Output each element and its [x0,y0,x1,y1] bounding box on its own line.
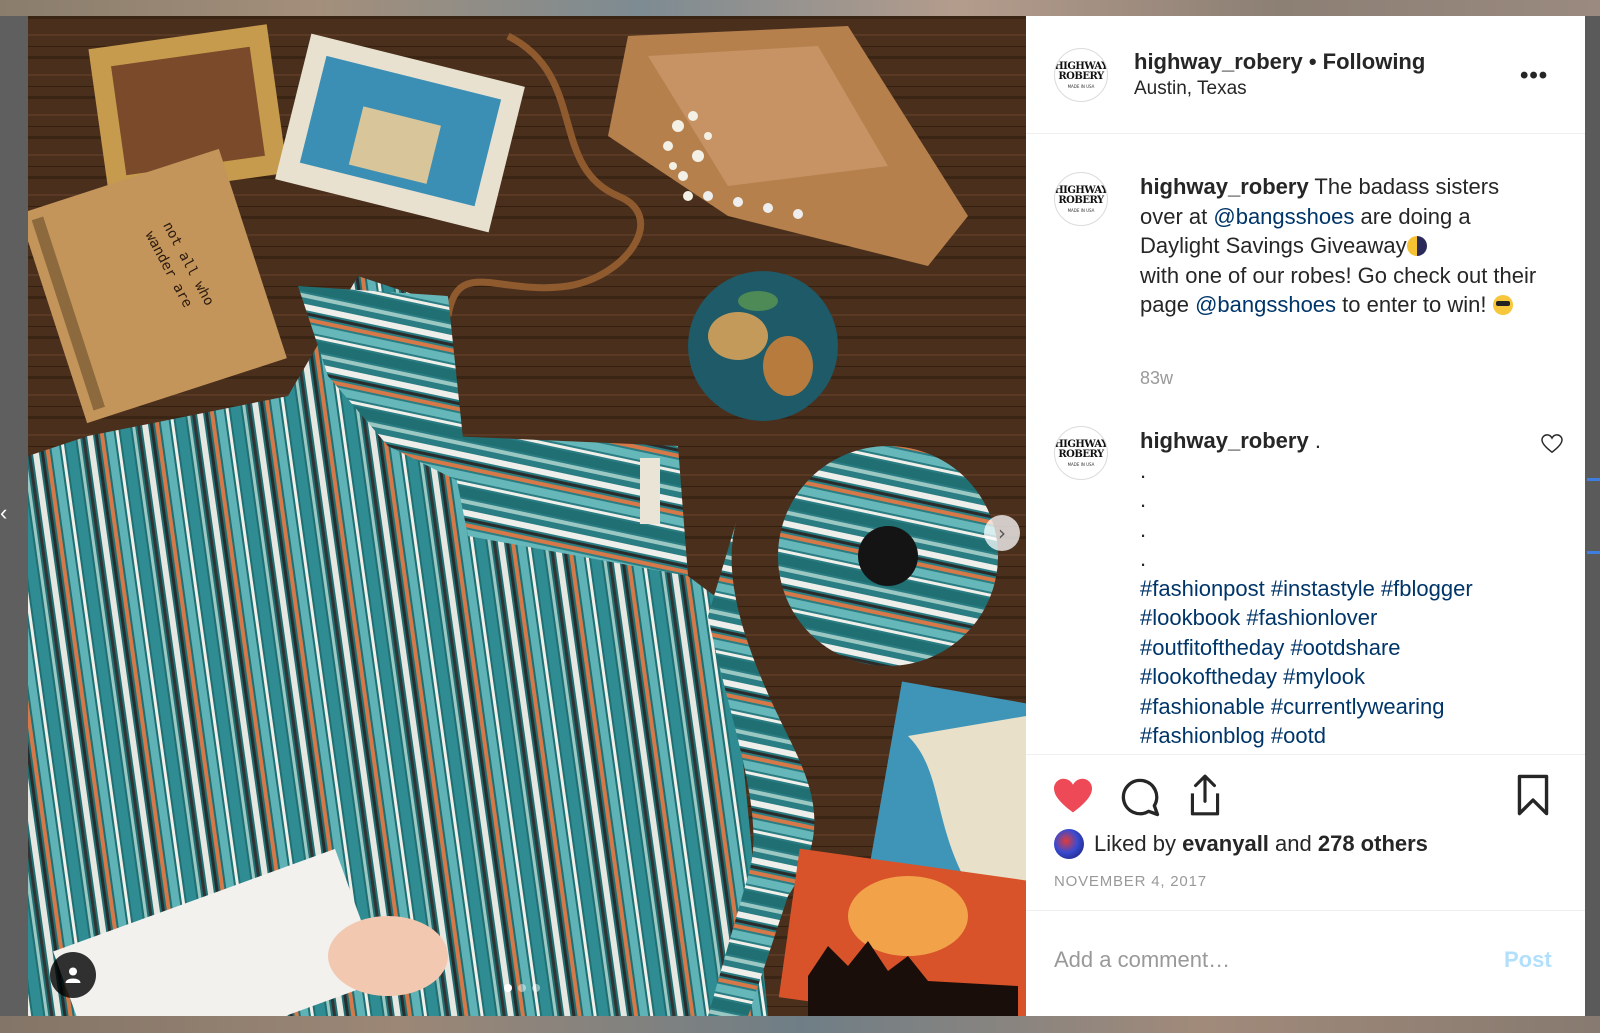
hashtag-line[interactable]: #lookbook #fashionlover [1140,603,1540,633]
following-button[interactable]: Following [1323,49,1426,74]
caption-segment: to enter to win! [1336,292,1493,317]
background-highlight [1587,478,1600,554]
avatar-logo-text: HIGHWAY [1054,184,1108,196]
author-line: highway_robery • Following [1134,49,1425,75]
author-avatar[interactable]: HIGHWAY ROBERY MADE IN USA [1054,48,1108,102]
comment-dot-line: . [1140,516,1147,542]
carousel-dot [532,984,540,992]
hashtag-line[interactable]: #fashionblog #ootd [1140,721,1540,751]
background-grid-bottom [0,1016,1600,1033]
mention-link[interactable]: @bangsshoes [1213,204,1354,229]
commenter-avatar[interactable]: HIGHWAY ROBERY MADE IN USA [1054,426,1108,480]
chevron-right-icon: › [998,521,1006,545]
caption-text: highway_robery The badass sisters over a… [1140,172,1540,320]
user-tag-icon [65,967,81,983]
moon-emoji-icon [1406,236,1427,256]
likes-count-link[interactable]: 278 others [1318,831,1428,857]
avatar-logo-text: HIGHWAY [1054,438,1108,450]
hashtag-line[interactable]: #outfitoftheday #ootdshare [1140,633,1540,663]
post-date[interactable]: NOVEMBER 4, 2017 [1054,873,1207,890]
caption-avatar[interactable]: HIGHWAY ROBERY MADE IN USA [1054,172,1108,226]
comments-list[interactable]: HIGHWAY ROBERY MADE IN USA highway_rober… [1026,134,1585,754]
caption-comment: HIGHWAY ROBERY MADE IN USA highway_rober… [1054,172,1554,422]
add-comment-section: Post [1026,910,1585,1016]
comment-dot-line: . [1140,487,1147,512]
comment-like-heart-icon[interactable] [1541,434,1563,454]
comment-segment: . [1308,428,1321,453]
liked-by-line: Liked by evanyall and 278 others [1054,829,1428,859]
liker-username[interactable]: evanyall [1182,831,1269,857]
comment-input[interactable] [1054,945,1474,975]
previous-post-chevron-icon[interactable]: ‹ [0,500,7,526]
photo-illustration: not all who wander are [28,16,1026,1016]
location-link[interactable]: Austin, Texas [1134,78,1247,100]
share-upload-icon[interactable] [1186,773,1224,817]
user-tag-button[interactable] [50,952,96,998]
caption-timestamp[interactable]: 83w [1140,368,1173,389]
heart-filled-icon[interactable] [1052,777,1094,815]
avatar-logo-subtext: MADE IN USA [1067,83,1095,89]
avatar-logo-text: ROBERY [1058,194,1104,206]
hashtag-line[interactable]: #lookoftheday #mylook [1140,662,1540,692]
more-options-icon[interactable]: ••• [1520,62,1548,90]
author-username[interactable]: highway_robery [1134,49,1303,74]
avatar-logo-text: ROBERY [1058,448,1104,460]
post-details-panel: HIGHWAY ROBERY MADE IN USA highway_rober… [1026,16,1585,1016]
avatar-logo-subtext: MADE IN USA [1067,207,1095,213]
carousel-dot-active [504,984,512,992]
post-header: HIGHWAY ROBERY MADE IN USA highway_rober… [1026,16,1585,134]
liker-avatar[interactable] [1054,829,1084,859]
post-comment-button[interactable]: Post [1504,947,1552,973]
comment-bubble-icon[interactable] [1120,777,1160,817]
mention-link[interactable]: @bangsshoes [1195,292,1336,317]
carousel-next-button[interactable]: › [984,515,1020,551]
post-photo: not all who wander are › [28,16,1026,1016]
hashtag-line[interactable]: #fashionpost #instastyle #fblogger [1140,574,1540,604]
background-grid-top [0,0,1600,16]
avatar-logo-text: HIGHWAY [1054,60,1108,72]
comment-dot-line: . [1140,457,1147,483]
comment-text: highway_robery . . . . . #fashionpost #i… [1140,426,1540,751]
carousel-dot [518,984,526,992]
comment-username[interactable]: highway_robery [1140,428,1309,453]
hashtag-line[interactable]: #fashionable #currentlywearing [1140,692,1540,722]
separator-dot: • [1308,49,1317,74]
comment-item: HIGHWAY ROBERY MADE IN USA highway_rober… [1054,426,1563,754]
liked-by-connector: and [1268,831,1318,856]
post-actions: Liked by evanyall and 278 others NOVEMBE… [1026,754,1585,910]
carousel-indicator [504,984,540,992]
bookmark-icon[interactable] [1516,773,1550,817]
liked-by-prefix: Liked by [1094,831,1176,856]
caption-username[interactable]: highway_robery [1140,174,1309,199]
comment-dot-line: . [1140,546,1147,571]
avatar-logo-text: ROBERY [1058,70,1104,82]
sunglasses-emoji-icon [1492,295,1513,315]
avatar-logo-subtext: MADE IN USA [1067,461,1095,467]
